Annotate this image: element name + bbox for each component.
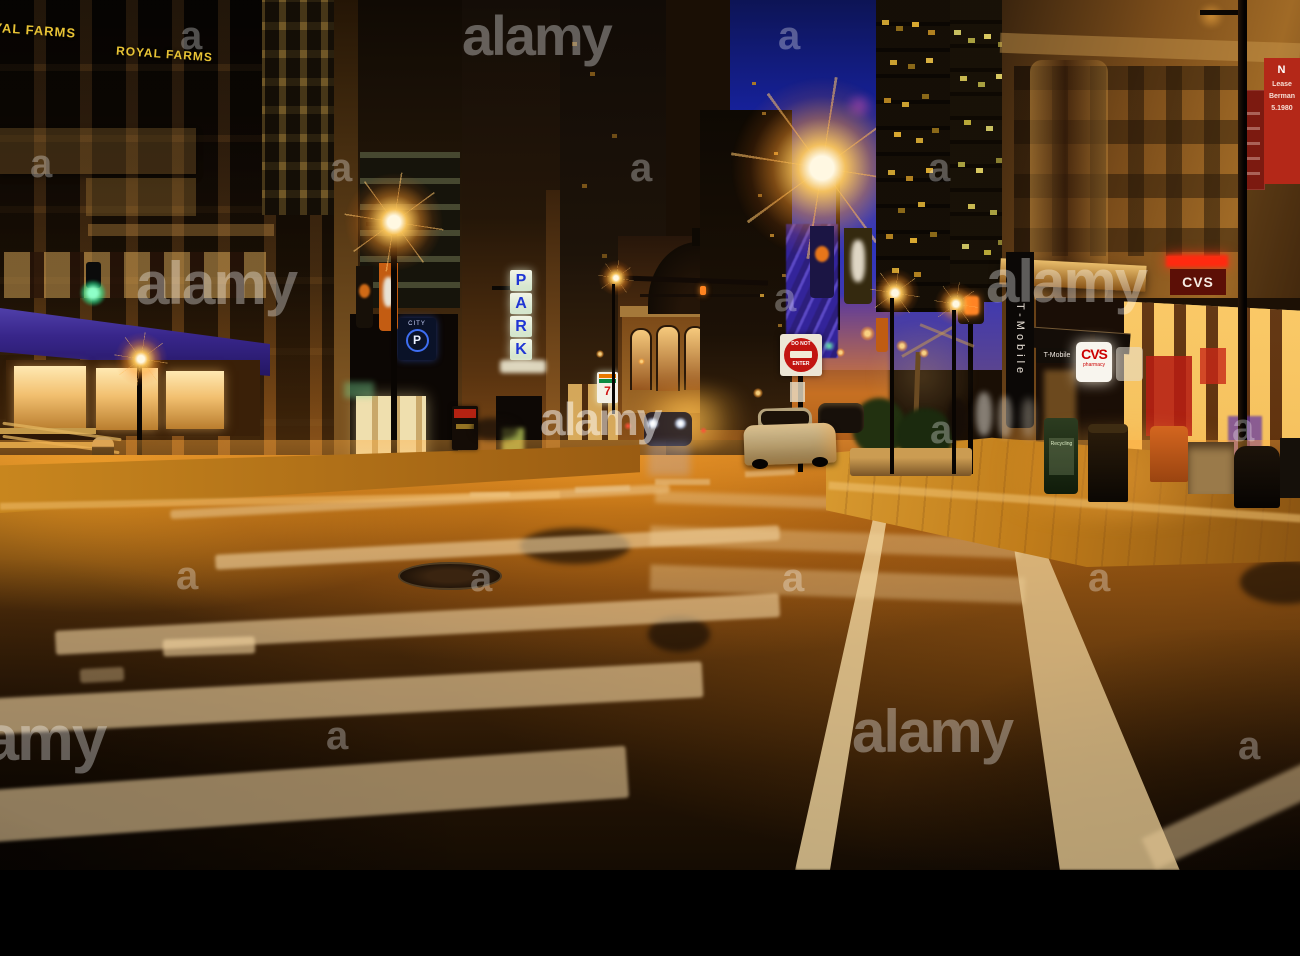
watermark-letter: a — [928, 146, 951, 190]
alamy-watermark: alamy — [540, 393, 662, 445]
watermark-letter: a — [30, 142, 53, 186]
night-street-photo: ROYAL FARMS ROYAL FARMS CITY P P A R K 7 — [0, 0, 1300, 870]
alamy-watermark: alamy — [852, 698, 1014, 765]
watermark-letter: a — [630, 146, 653, 190]
watermark-letter: a — [930, 408, 953, 452]
alamy-footer-bar: alamy Image ID: EHT47W www.alamy.com — [0, 870, 1300, 956]
watermark-letter: a — [326, 714, 349, 758]
alamy-watermark: alamy — [462, 4, 613, 67]
stock-photo-page: ROYAL FARMS ROYAL FARMS CITY P P A R K 7 — [0, 0, 1300, 956]
watermark-letter: a — [470, 556, 493, 600]
watermark-letter: a — [176, 554, 199, 598]
alamy-watermark: alamy — [986, 248, 1148, 315]
watermark-letter: a — [1232, 406, 1255, 450]
watermark-letter: a — [782, 556, 805, 600]
watermark-letter: a — [180, 14, 203, 58]
watermark-letter: a — [1238, 724, 1261, 768]
watermark-letter: a — [774, 276, 797, 320]
alamy-watermark: alamy — [0, 702, 107, 774]
watermark-letter: a — [1088, 556, 1111, 600]
watermark-letter: a — [778, 14, 801, 58]
watermark-letter: a — [330, 146, 353, 190]
alamy-watermark: alamy — [136, 250, 298, 317]
